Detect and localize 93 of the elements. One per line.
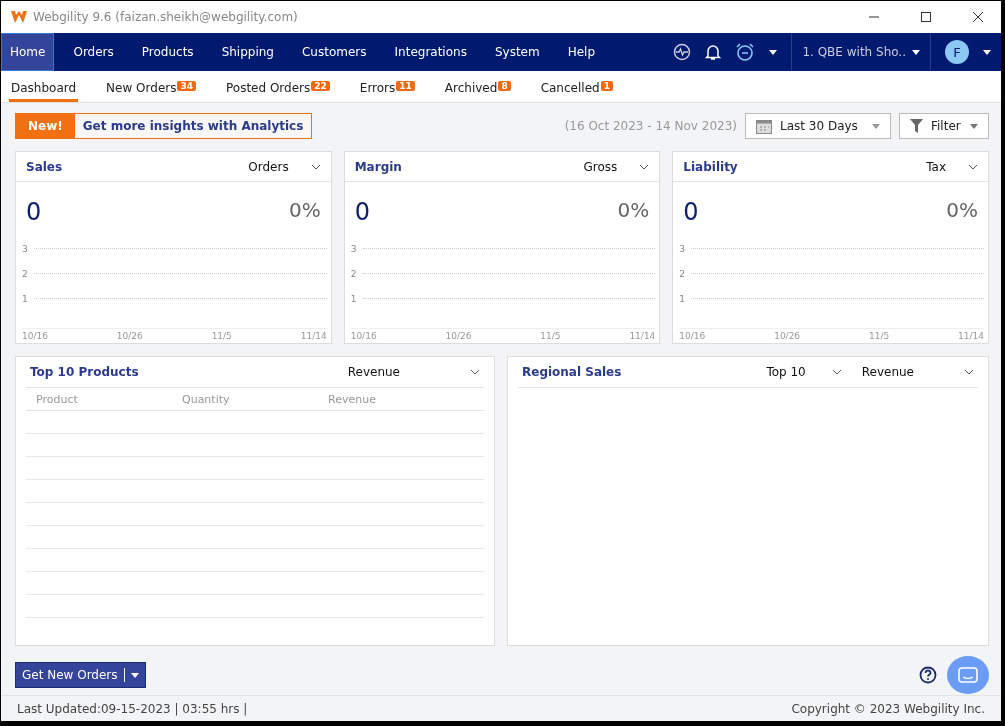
menu-item[interactable]: Shipping [212,33,283,71]
user-avatar[interactable]: F [945,40,969,64]
menu-item[interactable]: Integrations [385,33,476,71]
metric-value: 0 [683,198,699,226]
menu-item[interactable]: Orders [64,33,123,71]
panel-title: Top 10 Products [30,365,140,379]
period-dropdown[interactable]: Last 30 Days [745,113,891,139]
menu-item[interactable]: Customers [293,33,376,71]
menu-item[interactable]: Help [558,33,604,71]
count-badge: 8 [498,81,511,91]
order-tab[interactable]: Dashboard [9,71,79,102]
order-tab[interactable]: New Orders 34 [104,71,198,102]
card-title: Margin [354,159,403,174]
chevron-down-icon [831,369,842,375]
axis-label: 11/5 [540,331,561,341]
get-new-orders-button[interactable]: Get New Orders [15,662,146,688]
axis-label: 3 [22,243,29,254]
axis-label: 1 [679,293,687,304]
card-title: Liability [683,159,739,174]
column-header: Quantity [182,392,231,406]
caret-icon [769,49,778,55]
metric-percent: 0% [946,198,978,224]
axis-label: 1 [350,293,358,304]
date-range: (16 Oct 2023 - 14 Nov 2023) [564,119,737,133]
help-icon[interactable] [919,666,937,684]
order-tab[interactable]: Errors 11 [357,71,417,102]
order-tab[interactable]: Posted Orders 22 [224,71,332,102]
axis-label: 3 [350,243,358,254]
alarm-clock-icon[interactable] [735,43,756,61]
chevron-down-icon [639,163,650,170]
axis-label: 11/14 [300,331,327,341]
caret-icon [130,672,139,678]
axis-label: 1 [22,293,29,304]
chevron-down-icon [470,369,480,375]
caret-icon [872,123,880,129]
axis-label: 10/26 [774,331,801,341]
column-header: Product [36,392,79,406]
menu-item[interactable]: Home [1,33,55,71]
caret-icon [912,49,920,55]
order-tab[interactable]: Cancelled 1 [538,71,615,102]
axis-label: 10/26 [116,331,143,341]
axis-label: 3 [679,243,687,254]
caret-icon [970,123,978,129]
axis-label: 2 [679,268,687,279]
chevron-down-icon [310,163,321,170]
chevron-down-icon [968,163,978,170]
count-badge: 11 [396,81,415,91]
axis-label: 2 [350,268,358,279]
caret-icon [983,49,991,55]
order-tab[interactable]: Archived 8 [442,71,513,102]
menu-item[interactable]: Products [132,33,203,71]
menu-item[interactable]: System [485,33,549,71]
count-badge: 34 [177,81,196,91]
axis-label: 11/5 [211,331,232,341]
axis-label: 10/26 [445,331,472,341]
count-badge: 22 [311,81,330,91]
column-header: Revenue [328,392,377,406]
metric-dropdown[interactable]: Top 10 [766,365,842,379]
axis-label: 10/16 [22,331,48,341]
metric-value: 0 [354,198,370,226]
axis-label: 11/14 [629,331,656,341]
funnel-icon [910,119,923,133]
window-title: Webgility 9.6 (faizan.sheikh@webgility.com) [33,10,299,24]
axis-label: 11/14 [958,331,984,341]
logo-icon [11,11,27,23]
bell-icon[interactable] [705,43,722,61]
chevron-down-icon [964,369,974,375]
filter-dropdown[interactable]: Filter [899,113,989,139]
chat-icon [958,667,978,683]
axis-label: 10/16 [679,331,706,341]
metric-dropdown[interactable]: Revenue [861,365,974,379]
metric-dropdown[interactable]: Orders [248,159,321,174]
close-icon [973,12,983,22]
calendar-icon [756,118,772,134]
analytics-banner[interactable]: New! Get more insights with Analytics [15,113,313,139]
copyright-text: Copyright © 2023 Webgility Inc. [791,701,985,716]
panel-title: Regional Sales [522,365,623,379]
metric-percent: 0% [288,198,321,224]
axis-label: 10/16 [350,331,377,341]
maximize-icon [921,12,931,22]
metric-dropdown[interactable]: Revenue [347,365,480,379]
card-title: Sales [26,159,64,174]
metric-value: 0 [26,198,42,226]
metric-percent: 0% [617,198,650,224]
axis-label: 2 [22,268,29,279]
axis-label: 11/5 [868,331,890,341]
last-updated-text: Last Updated:09-15-2023 | 03:55 hrs | [17,701,248,716]
banner-text: Get more insights with Analytics [81,118,305,135]
count-badge: 1 [600,81,613,91]
activity-icon[interactable] [673,43,692,61]
metric-dropdown[interactable]: Tax [926,159,978,174]
metric-dropdown[interactable]: Gross [583,159,650,174]
new-badge: New! [16,114,75,138]
